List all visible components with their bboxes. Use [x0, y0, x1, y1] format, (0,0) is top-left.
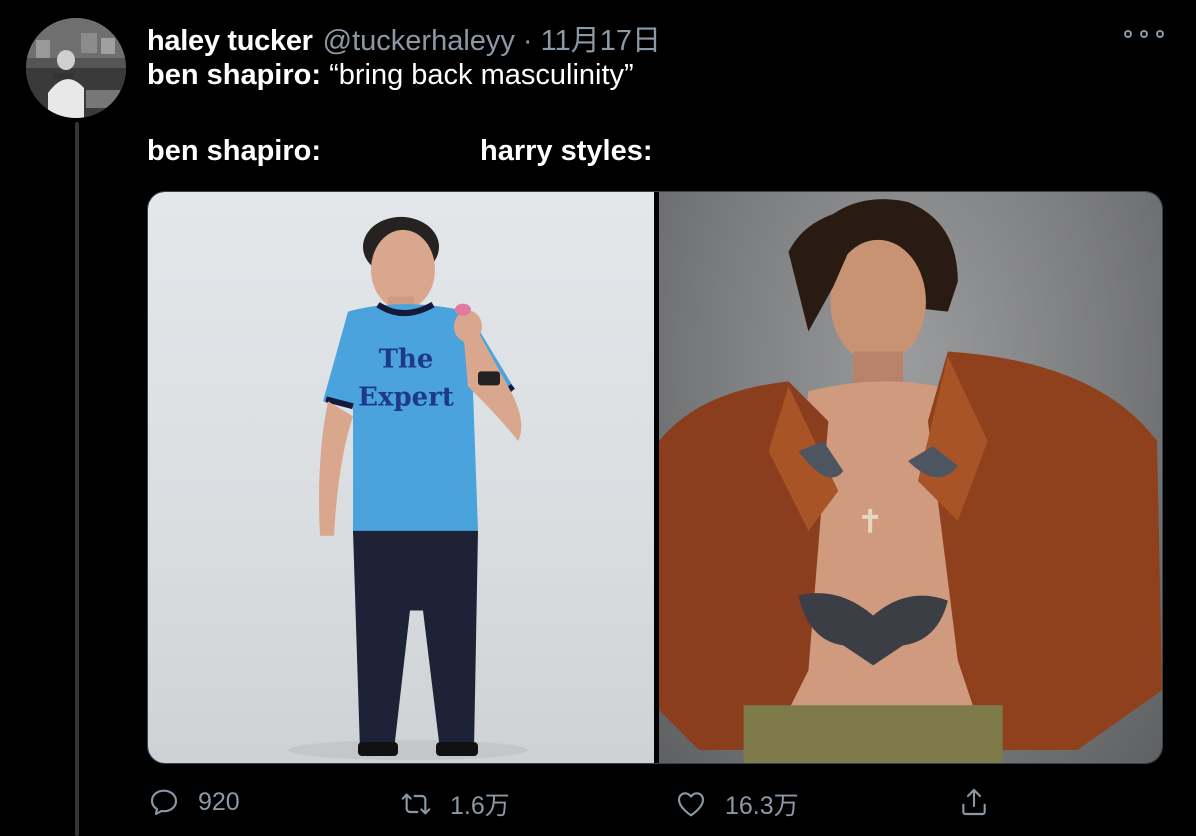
share-button[interactable]	[958, 786, 990, 818]
shirt-text-line1: The	[379, 344, 434, 374]
retweet-button[interactable]: 1.6万	[400, 786, 510, 822]
thread-connector-line	[75, 122, 79, 836]
retweet-icon	[401, 793, 431, 815]
tweet-text-line: ben shapiro: “bring back masculinity”	[147, 59, 634, 92]
author-display-name[interactable]: haley tucker	[147, 25, 313, 58]
caption-right: harry styles:	[480, 135, 653, 167]
more-options-button[interactable]	[1124, 24, 1164, 44]
avatar[interactable]	[26, 18, 126, 118]
shirt-text-line2: Expert	[358, 382, 454, 412]
more-horizontal-icon	[1124, 30, 1132, 38]
heart-icon	[677, 792, 705, 817]
tweet-text-quote: “bring back masculinity”	[321, 59, 634, 91]
author-handle[interactable]: @tuckerhaleyy	[323, 25, 515, 58]
media-grid: The Expert	[147, 191, 1163, 764]
tweet-actions: 920 1.6万 16.3万	[0, 780, 1196, 828]
more-horizontal-icon	[1156, 30, 1164, 38]
tweet-header: haley tucker @tuckerhaleyy · 11月17日	[147, 17, 661, 57]
share-icon	[962, 788, 986, 816]
photo-left[interactable]: The Expert	[148, 192, 654, 763]
retweet-count: 1.6万	[450, 792, 510, 820]
photo-right[interactable]	[659, 192, 1162, 763]
reply-count: 920	[198, 787, 240, 816]
more-horizontal-icon	[1140, 30, 1148, 38]
like-button[interactable]: 16.3万	[675, 786, 799, 822]
photo-left-image: The Expert	[288, 216, 528, 761]
like-count: 16.3万	[725, 792, 799, 820]
caption-left: ben shapiro:	[147, 135, 322, 167]
tweet-text-speaker: ben shapiro:	[147, 59, 322, 91]
avatar-image	[26, 18, 126, 118]
reply-icon	[150, 789, 178, 816]
reply-button[interactable]: 920	[148, 786, 240, 818]
photo-right-image	[659, 199, 1162, 763]
tweet[interactable]: haley tucker @tuckerhaleyy · 11月17日 ben …	[0, 0, 1196, 836]
timestamp[interactable]: 11月17日	[541, 17, 661, 59]
separator-dot: ·	[522, 25, 533, 57]
